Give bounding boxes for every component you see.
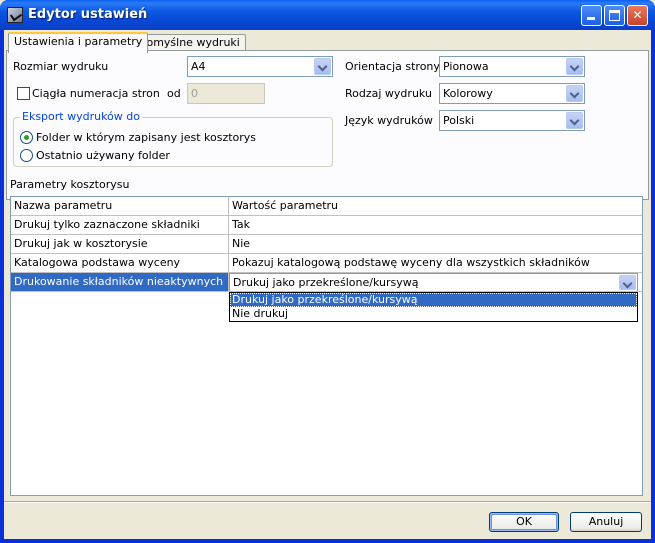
param-name-cell[interactable]: Drukuj jak w kosztorysie [11,235,229,254]
param-name-cell[interactable]: Drukowanie składników nieaktywnych [11,273,229,292]
export-legend: Eksport wydruków do [20,110,142,123]
export-option-document-folder[interactable]: Folder w którym zapisany jest kosztorys [36,131,256,144]
parameters-section-label: Parametry kosztorysu [10,178,130,191]
table-row[interactable]: Katalogowa podstawa wyceny Pokazuj katal… [11,254,642,273]
grid-header: Nazwa parametru Wartość parametru [11,197,642,216]
column-header-name[interactable]: Nazwa parametru [11,197,229,216]
orientation-select[interactable]: Pionowa [439,56,585,77]
param-name-cell[interactable]: Katalogowa podstawa wyceny [11,254,229,273]
param-name-cell[interactable]: Drukuj tylko zaznaczone składniki [11,216,229,235]
window-title: Edytor ustawień [28,7,148,22]
table-row[interactable]: Drukuj tylko zaznaczone składniki Tak [11,216,642,235]
from-page-input[interactable]: 0 [187,83,265,104]
print-type-select[interactable]: Kolorowy [439,83,585,104]
title-bar[interactable]: Edytor ustawień ✕ [0,0,655,30]
parameters-grid: Nazwa parametru Wartość parametru Drukuj… [10,196,643,496]
continuous-numbering-label: Ciągła numeracja stron [32,87,160,100]
inactive-items-value: Drukuj jako przekreślone/kursywą [233,276,419,289]
inactive-items-select[interactable]: Drukuj jako przekreślone/kursywą [229,273,638,291]
settings-editor-window: Edytor ustawień ✕ Ustawienia i parametry… [0,0,655,543]
chevron-down-icon[interactable] [314,58,331,75]
app-icon [7,7,23,23]
minimize-icon [587,17,595,20]
table-row-selected[interactable]: Drukowanie składników nieaktywnych Druku… [11,273,642,292]
close-icon: ✕ [632,8,643,22]
tab-settings-and-parameters[interactable]: Ustawienia i parametry [8,32,149,53]
ok-button[interactable]: OK [489,512,559,532]
export-option-last-folder[interactable]: Ostatnio używany folder [36,149,170,162]
from-page-value: 0 [191,87,198,100]
page-size-select[interactable]: A4 [187,56,333,77]
dropdown-option[interactable]: Nie drukuj [230,307,637,321]
param-value-cell[interactable]: Nie [229,235,642,254]
column-header-value[interactable]: Wartość parametru [229,197,642,216]
minimize-button[interactable] [581,5,602,26]
export-groupbox: Eksport wydruków do Folder w którym zapi… [13,110,333,167]
language-select[interactable]: Polski [439,110,585,131]
from-label: od [167,87,181,100]
maximize-icon [609,10,620,21]
dropdown-option[interactable]: Drukuj jako przekreślone/kursywą [230,293,637,307]
page-size-label: Rozmiar wydruku [13,60,109,73]
param-value-cell[interactable]: Tak [229,216,642,235]
orientation-value: Pionowa [443,60,489,73]
chevron-down-icon[interactable] [566,112,583,129]
chevron-down-icon[interactable] [566,85,583,102]
language-label: Język wydruków [345,114,433,127]
continuous-numbering-checkbox[interactable] [17,87,30,100]
cancel-button[interactable]: Anuluj [570,512,642,532]
param-value-combo-cell[interactable]: Drukuj jako przekreślone/kursywą [229,273,642,292]
table-row[interactable]: Drukuj jak w kosztorysie Nie [11,235,642,254]
inactive-items-dropdown-list: Drukuj jako przekreślone/kursywą Nie dru… [229,292,638,322]
chevron-down-icon[interactable] [619,275,636,290]
chevron-down-icon[interactable] [566,58,583,75]
param-value-cell[interactable]: Pokazuj katalogową podstawę wyceny dla w… [229,254,642,273]
print-type-value: Kolorowy [443,87,493,100]
dialog-footer: OK Anuluj [4,502,651,539]
page-size-value: A4 [191,60,206,73]
dialog-client: Ustawienia i parametry Domyślne wydruki … [4,30,651,539]
export-radio-document-folder[interactable] [20,131,33,144]
close-button[interactable]: ✕ [627,5,648,26]
export-radio-last-folder[interactable] [20,149,33,162]
maximize-button[interactable] [604,5,625,26]
orientation-label: Orientacja strony [345,60,440,73]
language-value: Polski [443,114,475,127]
print-type-label: Rodzaj wydruku [345,87,432,100]
